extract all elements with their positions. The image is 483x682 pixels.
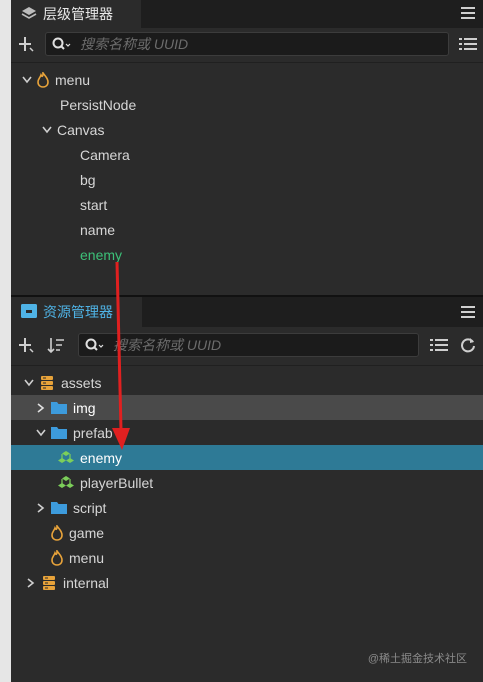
asset-item-game-scene[interactable]: game xyxy=(11,520,483,545)
database-icon xyxy=(41,575,57,591)
assets-search[interactable] xyxy=(78,333,419,357)
assets-toolbar xyxy=(11,331,483,361)
asset-item-script[interactable]: script xyxy=(11,495,483,520)
tree-node-label: enemy xyxy=(80,246,123,263)
chevron-down-icon[interactable] xyxy=(23,377,35,389)
assets-tree: assets img prefab enemy playerBullet scr… xyxy=(11,370,483,595)
tree-node-bg[interactable]: bg xyxy=(11,167,483,192)
tree-node-canvas[interactable]: Canvas xyxy=(11,117,483,142)
tree-node-label: bg xyxy=(80,171,96,188)
tree-node-label: start xyxy=(80,196,108,213)
asset-item-prefab[interactable]: prefab xyxy=(11,420,483,445)
tree-node-persistnode[interactable]: PersistNode xyxy=(11,92,483,117)
tree-node-label: name xyxy=(80,221,116,238)
tree-node-start[interactable]: start xyxy=(11,192,483,217)
chevron-down-icon[interactable] xyxy=(41,124,53,136)
assets-panel: 资源管理器 assets xyxy=(11,297,483,682)
search-icon xyxy=(79,338,111,352)
hierarchy-tree: menu PersistNode Canvas Camera bg start … xyxy=(11,67,483,267)
assets-tab-label: 资源管理器 xyxy=(43,304,113,320)
asset-item-label: script xyxy=(73,499,107,516)
asset-item-label: assets xyxy=(61,374,102,391)
tree-node-camera[interactable]: Camera xyxy=(11,142,483,167)
tab-assets[interactable]: 资源管理器 xyxy=(11,297,142,327)
hierarchy-panel: 层级管理器 menu PersistNode Canvas xyxy=(11,0,483,295)
asset-item-enemy-prefab[interactable]: enemy xyxy=(11,445,483,470)
chevron-right-icon[interactable] xyxy=(25,577,37,589)
tree-node-menu[interactable]: menu xyxy=(11,67,483,92)
tab-hierarchy[interactable]: 层级管理器 xyxy=(11,0,141,28)
hierarchy-tabbar: 层级管理器 xyxy=(11,0,483,28)
asset-item-assets[interactable]: assets xyxy=(11,370,483,395)
folder-box-icon xyxy=(21,303,37,321)
asset-item-label: img xyxy=(73,399,96,416)
scene-fire-icon xyxy=(51,524,63,541)
asset-item-internal[interactable]: internal xyxy=(11,570,483,595)
assets-separator xyxy=(11,365,483,366)
left-edge-strip xyxy=(0,0,11,682)
tree-node-label: Canvas xyxy=(57,121,105,138)
asset-item-img[interactable]: img xyxy=(11,395,483,420)
asset-item-label: menu xyxy=(69,549,105,566)
tree-node-name[interactable]: name xyxy=(11,217,483,242)
prefab-icon xyxy=(58,475,74,491)
assets-menu-icon[interactable] xyxy=(461,306,475,320)
asset-item-label: internal xyxy=(63,574,109,591)
refresh-icon[interactable] xyxy=(459,336,477,354)
hierarchy-separator xyxy=(11,62,483,63)
asset-item-label: game xyxy=(69,524,105,541)
hierarchy-search[interactable] xyxy=(45,32,449,56)
chevron-down-icon[interactable] xyxy=(35,427,47,439)
tree-node-label: Camera xyxy=(80,146,130,163)
asset-item-label: prefab xyxy=(73,424,113,441)
hierarchy-toolbar xyxy=(11,30,483,60)
assets-search-input[interactable] xyxy=(111,336,415,354)
list-view-icon[interactable] xyxy=(459,35,477,53)
chevron-right-icon[interactable] xyxy=(35,502,47,514)
folder-icon xyxy=(51,400,67,416)
hierarchy-tab-label: 层级管理器 xyxy=(43,6,113,22)
tree-node-enemy[interactable]: enemy xyxy=(11,242,483,267)
watermark: @稀土掘金技术社区 xyxy=(367,653,467,665)
asset-item-label: enemy xyxy=(80,449,123,466)
folder-icon xyxy=(51,500,67,516)
scene-fire-icon xyxy=(37,71,49,88)
chevron-down-icon[interactable] xyxy=(21,74,33,86)
search-icon xyxy=(46,37,78,51)
hierarchy-menu-icon[interactable] xyxy=(461,7,475,21)
tree-node-label: menu xyxy=(55,71,91,88)
add-asset-icon[interactable] xyxy=(17,336,35,354)
add-node-icon[interactable] xyxy=(17,35,35,53)
folder-icon xyxy=(51,425,67,441)
assets-tabbar: 资源管理器 xyxy=(11,297,483,327)
asset-item-label: playerBullet xyxy=(80,474,154,491)
database-icon xyxy=(39,375,55,391)
prefab-icon xyxy=(58,450,74,466)
hierarchy-search-input[interactable] xyxy=(78,35,382,53)
layers-icon xyxy=(21,5,37,24)
asset-item-playerbullet[interactable]: playerBullet xyxy=(11,470,483,495)
chevron-right-icon[interactable] xyxy=(35,402,47,414)
tree-node-label: PersistNode xyxy=(60,96,137,113)
asset-item-menu-scene[interactable]: menu xyxy=(11,545,483,570)
sort-icon[interactable] xyxy=(47,336,65,354)
list-view-icon[interactable] xyxy=(430,336,448,354)
scene-fire-icon xyxy=(51,549,63,566)
